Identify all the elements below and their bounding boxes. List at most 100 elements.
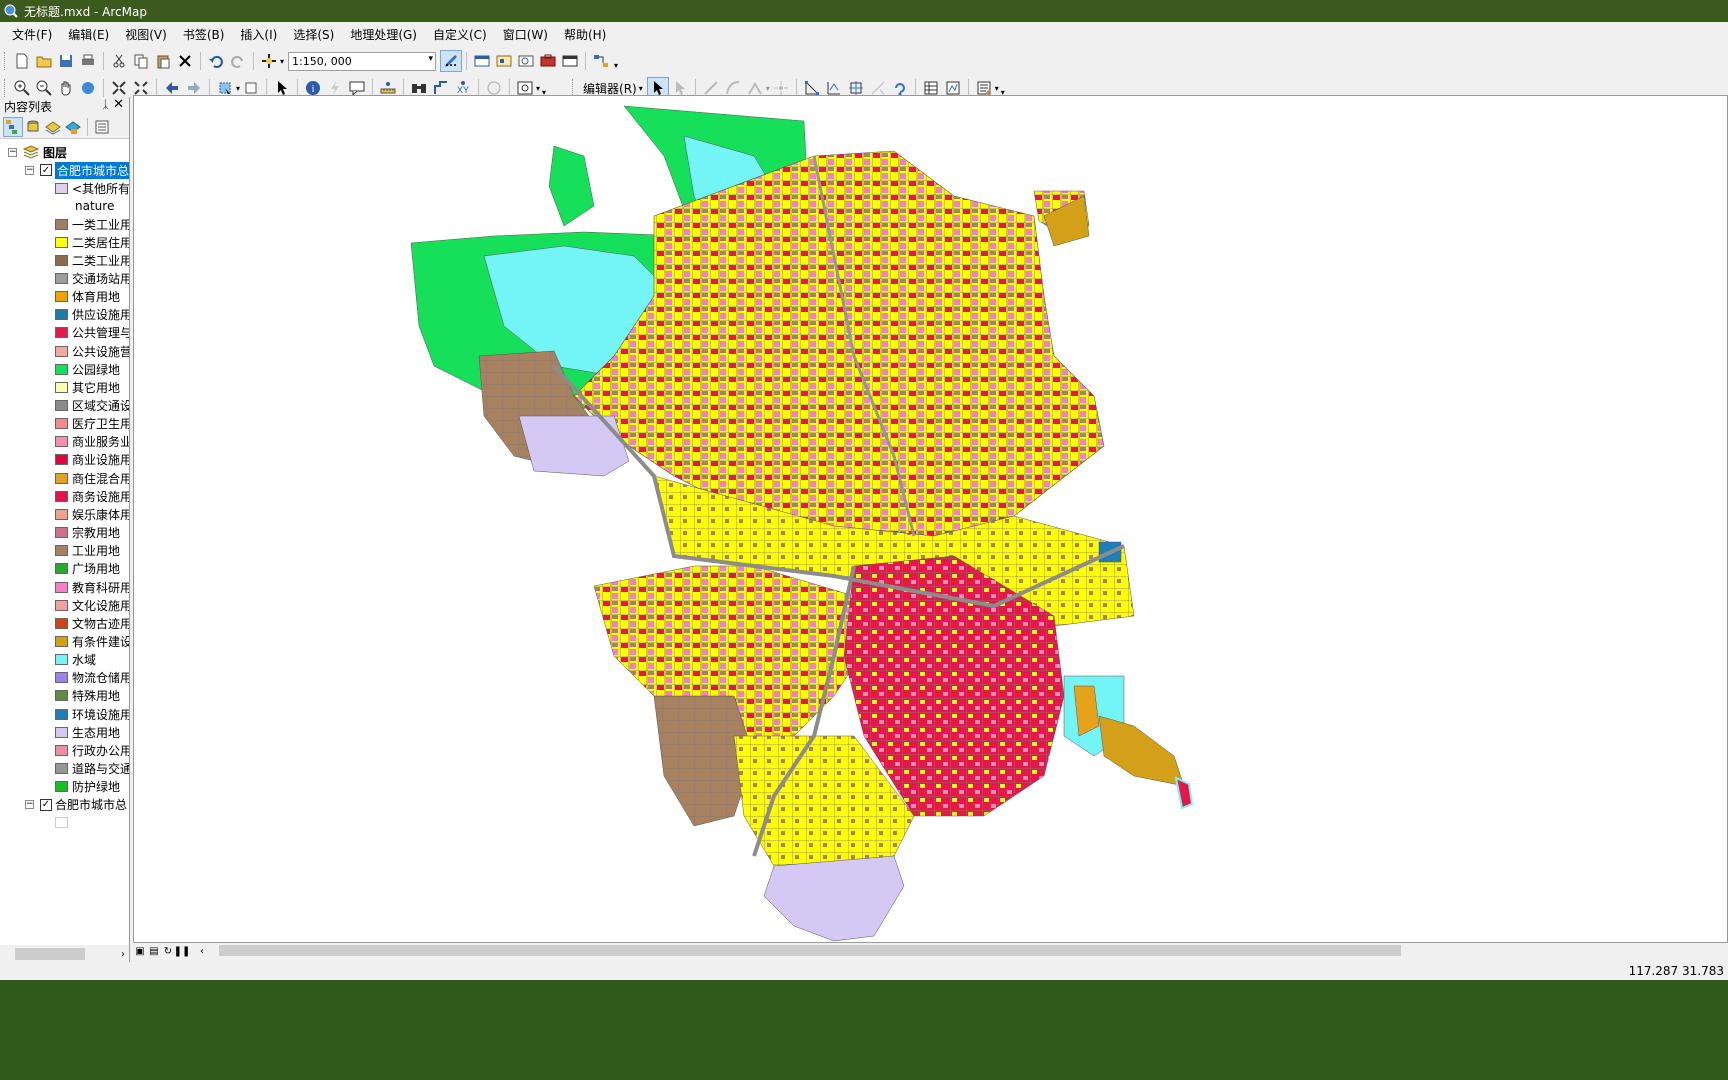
toc-horizontal-scrollbar[interactable]: › (0, 945, 129, 963)
legend-row[interactable]: 特殊用地 (55, 687, 120, 705)
legend-row[interactable]: 娱乐康体用 (55, 505, 129, 523)
legend-row[interactable]: 公共管理与 (55, 324, 129, 342)
options-icon[interactable] (92, 117, 112, 137)
table-of-contents-window-icon[interactable] (471, 50, 493, 72)
delete-icon[interactable] (174, 50, 196, 72)
add-data-dropdown-icon[interactable]: ▾ (280, 57, 284, 66)
scroll-left-icon[interactable]: ‹ (195, 944, 209, 958)
pause-drawing-icon[interactable]: ❚❚ (174, 944, 191, 958)
list-by-selection-icon[interactable] (63, 117, 83, 137)
legend-row[interactable]: 生态用地 (55, 723, 120, 741)
full-extent-globe-icon[interactable] (77, 77, 99, 99)
print-icon[interactable] (77, 50, 99, 72)
list-by-drawing-order-icon[interactable] (3, 116, 23, 137)
pan-hand-icon[interactable] (55, 77, 77, 99)
menu-help[interactable]: 帮助(H) (556, 24, 614, 45)
legend-row[interactable]: 教育科研用 (55, 578, 129, 596)
menu-view[interactable]: 视图(V) (117, 24, 175, 45)
redo-icon[interactable] (227, 50, 249, 72)
legend-row[interactable]: 有条件建设 (55, 632, 129, 650)
collapse-icon[interactable]: − (8, 147, 17, 157)
menu-customize[interactable]: 自定义(C) (425, 24, 495, 45)
model-builder-icon[interactable] (590, 50, 612, 72)
list-by-visibility-icon[interactable] (43, 117, 63, 137)
legend-row[interactable]: 广场用地 (55, 560, 120, 578)
menu-file[interactable]: 文件(F) (4, 24, 60, 45)
legend-row[interactable]: 区域交通设 (55, 397, 129, 415)
fixed-zoom-in-icon[interactable] (108, 77, 130, 99)
legend-row[interactable]: 一类工业用 (55, 215, 129, 233)
legend-row[interactable]: 道路与交通 (55, 760, 129, 778)
zoom-out-icon[interactable] (33, 77, 55, 99)
legend-row[interactable]: 供应设施用 (55, 306, 129, 324)
save-icon[interactable] (55, 50, 77, 72)
legend-row[interactable]: 公共设施营 (55, 342, 129, 360)
legend-row[interactable]: 其它用地 (55, 378, 120, 396)
chevron-down-icon[interactable]: ▾ (428, 54, 433, 64)
search-window-icon[interactable] (515, 50, 537, 72)
layer-visibility-checkbox[interactable]: ✓ (40, 798, 52, 811)
toolbar-grip[interactable] (4, 52, 7, 70)
data-view-icon[interactable]: ▣ (133, 944, 147, 958)
legend-row[interactable]: 水域 (55, 651, 96, 669)
legend-row[interactable]: 文物古迹用 (55, 614, 129, 632)
toolbar-grip[interactable] (4, 79, 7, 97)
menu-edit[interactable]: 编辑(E) (60, 24, 117, 45)
legend-row[interactable]: 商务设施用 (55, 487, 129, 505)
scroll-right-icon[interactable]: › (121, 949, 125, 960)
list-by-source-icon[interactable] (23, 117, 43, 137)
legend-row[interactable]: 二类居住用 (55, 233, 129, 251)
legend-row[interactable]: 医疗卫生用 (55, 415, 129, 433)
legend-row[interactable]: 商业设施用 (55, 451, 129, 469)
legend-row[interactable]: 工业用地 (55, 542, 120, 560)
legend-row[interactable]: 商住混合用 (55, 469, 129, 487)
close-icon[interactable]: ✕ (113, 97, 124, 112)
layer-visibility-checkbox[interactable]: ✓ (40, 164, 52, 176)
legend-row-other[interactable]: <其他所有值 (55, 179, 129, 197)
legend-row[interactable]: 商业服务业 (55, 433, 129, 451)
layer-row-landuse[interactable]: − ✓ 合肥市城市总 (25, 161, 129, 179)
map-scale-combo[interactable]: 1:150, 000 ▾ (288, 51, 437, 71)
layer-label[interactable]: 合肥市城市总 (55, 161, 129, 179)
legend-row[interactable]: 文化设施用 (55, 596, 129, 614)
undo-icon[interactable] (205, 50, 227, 72)
scroll-thumb[interactable] (15, 948, 85, 960)
legend-row[interactable]: 宗教用地 (55, 524, 120, 542)
land-use-map[interactable] (134, 96, 1728, 943)
layer-label[interactable]: 合肥市城市总 (55, 796, 127, 813)
map-display[interactable] (133, 95, 1728, 943)
menu-insert[interactable]: 插入(I) (232, 24, 285, 45)
layout-view-icon[interactable]: ▤ (147, 944, 161, 958)
editor-toolbar-toggle-icon[interactable] (440, 50, 463, 72)
layer-row-second[interactable]: − ✓ 合肥市城市总 (25, 796, 127, 814)
menu-geoprocessing[interactable]: 地理处理(G) (342, 24, 425, 45)
map-horizontal-scroll-thumb[interactable] (219, 945, 1401, 956)
python-window-icon[interactable] (559, 50, 581, 72)
menu-bookmarks[interactable]: 书签(B) (175, 24, 233, 45)
legend-row[interactable]: 防护绿地 (55, 778, 120, 796)
legend-row[interactable]: 公园绿地 (55, 360, 120, 378)
arctoolbox-icon[interactable] (537, 50, 559, 72)
toolbar-overflow-icon[interactable]: ▾ (612, 52, 620, 70)
zoom-in-icon[interactable] (11, 77, 33, 99)
catalog-window-icon[interactable] (493, 50, 515, 72)
menu-windows[interactable]: 窗口(W) (495, 24, 556, 45)
new-document-icon[interactable] (11, 50, 33, 72)
editor-menu-button[interactable]: 编辑器(R) ▾ (579, 80, 647, 97)
legend-row[interactable]: 物流仓储用 (55, 669, 129, 687)
collapse-icon[interactable]: − (25, 165, 34, 175)
paste-icon[interactable] (152, 50, 174, 72)
legend-row[interactable]: 体育用地 (55, 288, 120, 306)
collapse-icon[interactable]: − (25, 800, 34, 810)
tree-root-row[interactable]: − 图层 (8, 143, 67, 161)
open-folder-icon[interactable] (33, 50, 55, 72)
add-data-icon[interactable] (258, 50, 280, 72)
legend-row[interactable]: 行政办公用 (55, 741, 129, 759)
legend-row[interactable]: 环境设施用 (55, 705, 129, 723)
cut-icon[interactable] (108, 50, 130, 72)
pin-icon[interactable]: ᛣ (102, 98, 109, 111)
legend-row[interactable]: 交通场站用 (55, 269, 129, 287)
copy-icon[interactable] (130, 50, 152, 72)
menu-selection[interactable]: 选择(S) (285, 24, 342, 45)
legend-row[interactable]: 二类工业用 (55, 251, 129, 269)
